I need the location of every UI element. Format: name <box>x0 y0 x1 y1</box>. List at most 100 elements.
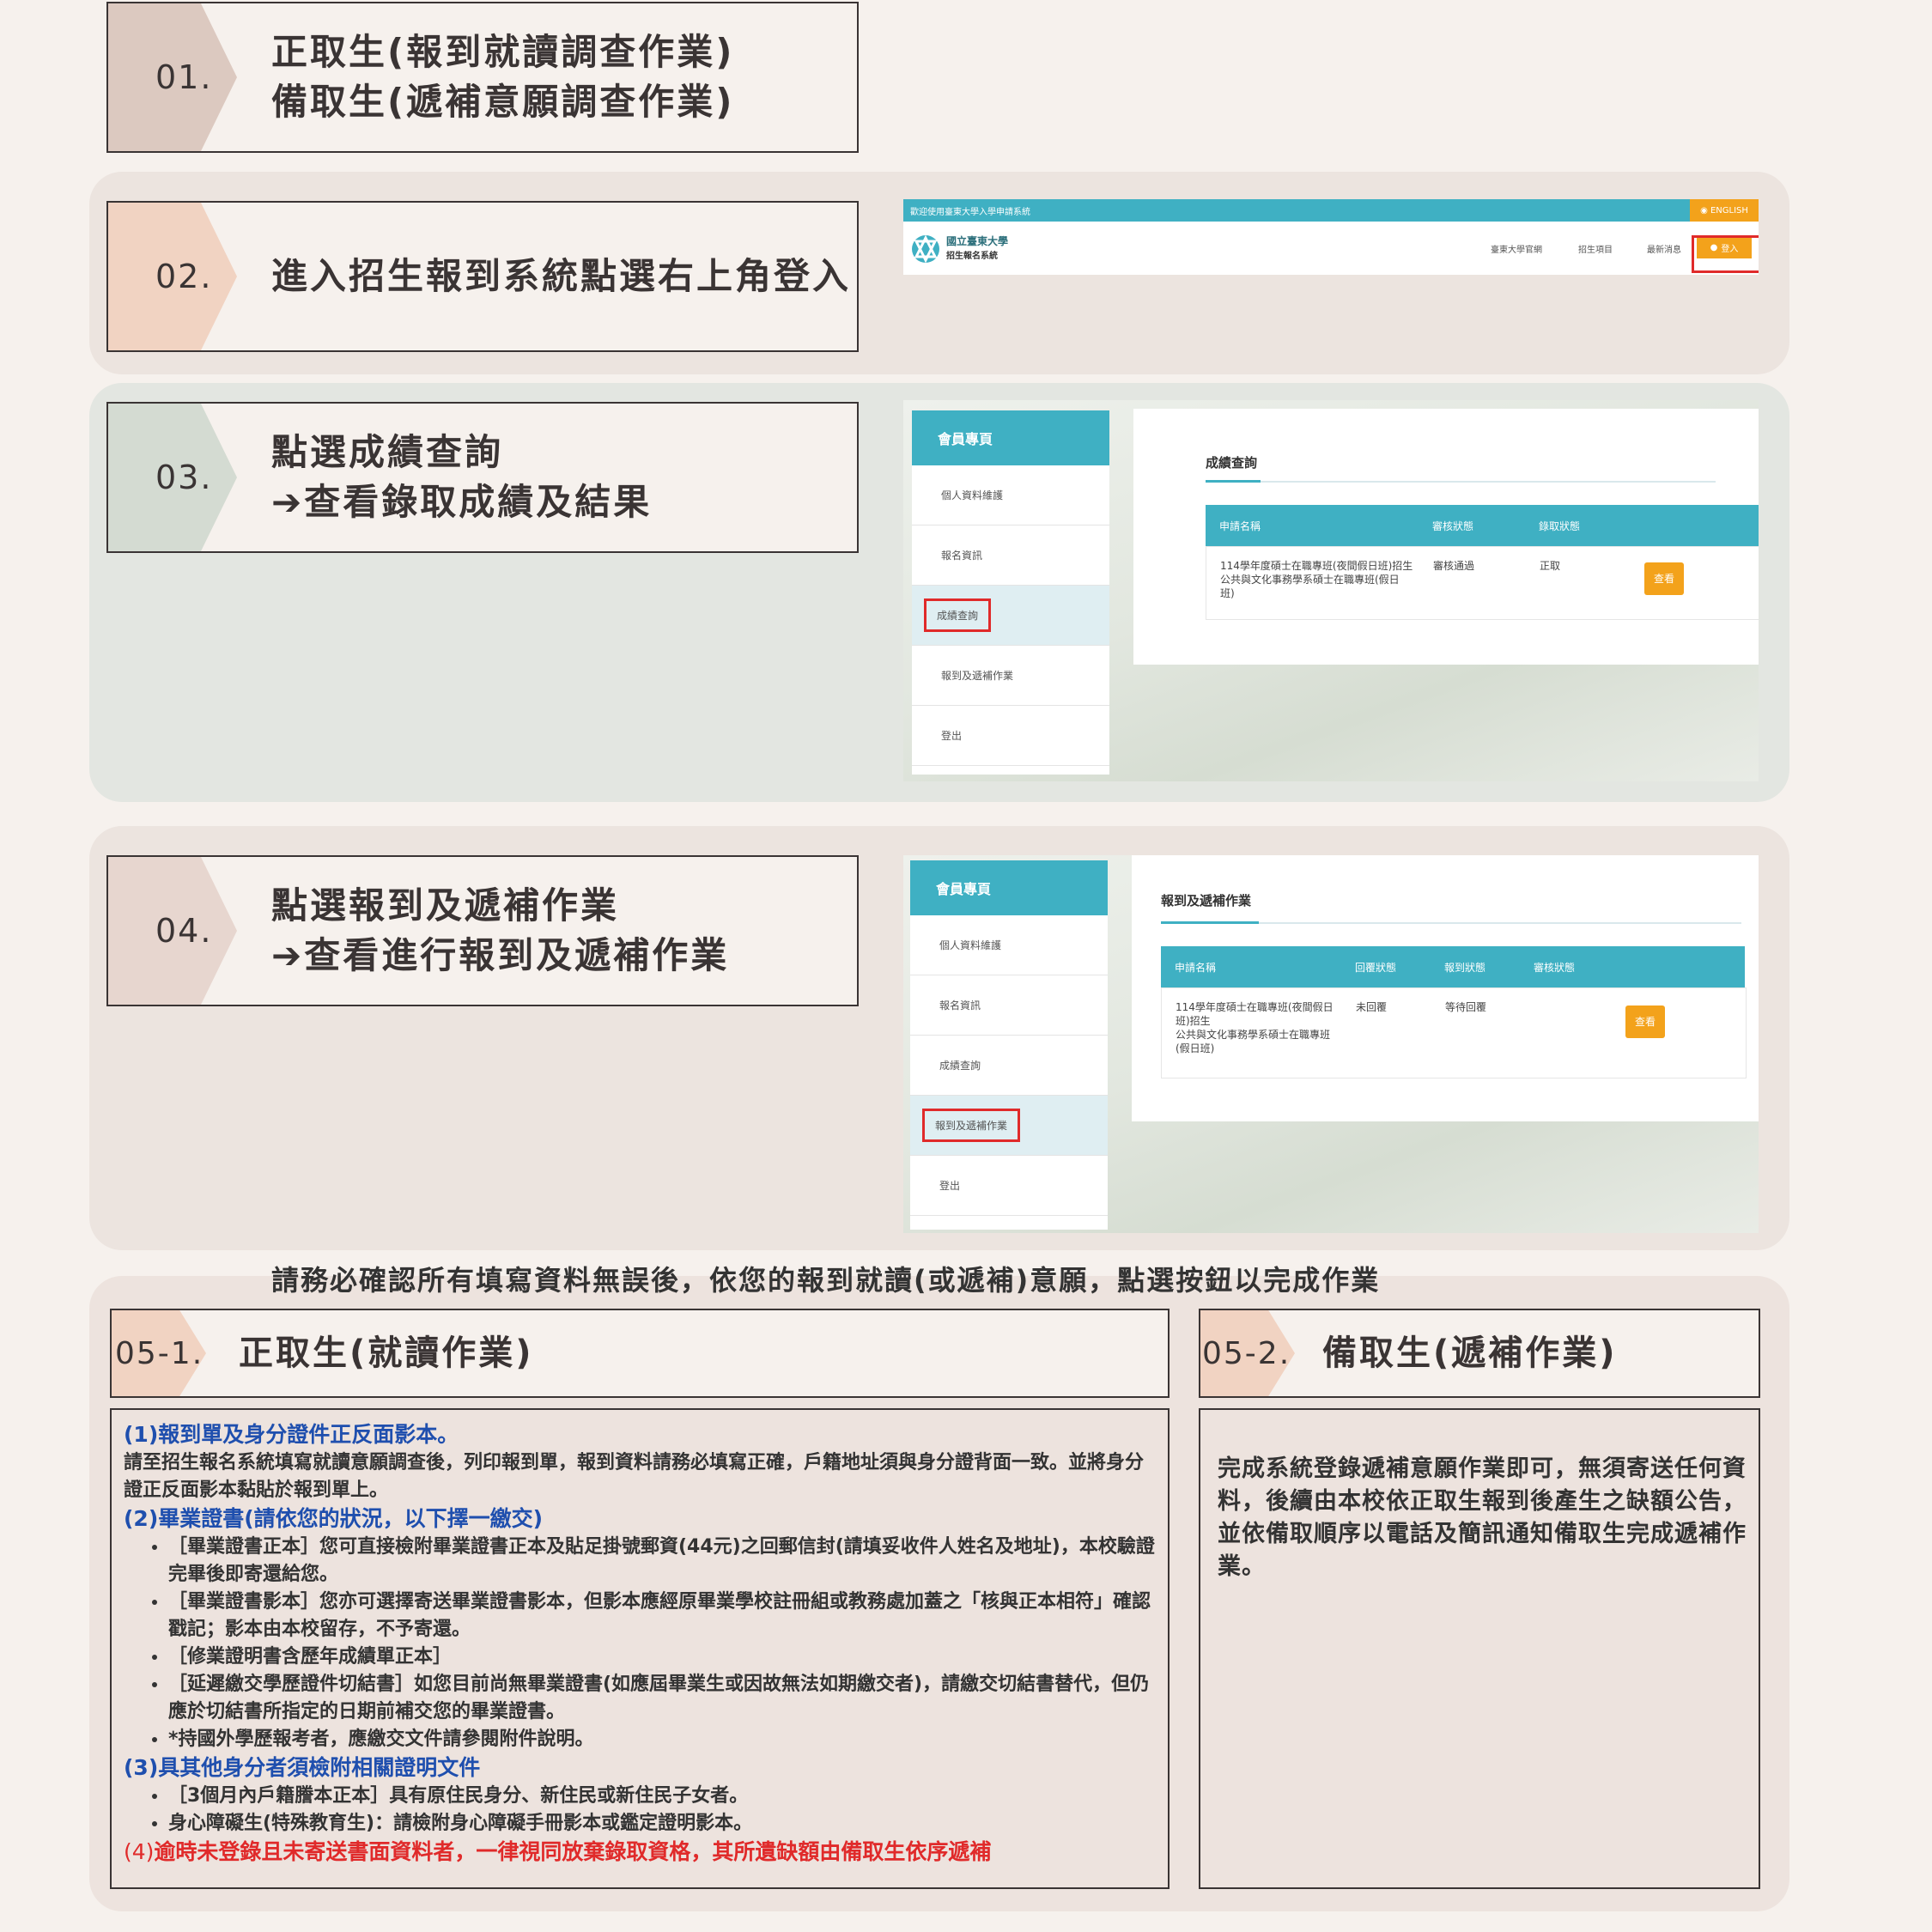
menu-grade-query-label: 成績查詢 <box>924 598 992 632</box>
grades-row-name-2: 公共與文化事務學系碩士在職專班(假日 <box>1220 574 1400 586</box>
step-03-line2: ➔查看錄取成績及結果 <box>271 481 653 523</box>
step-05-2-details: 完成系統登錄遞補意願作業即可，無須寄送任何資料，後續由本校依正取生報到後產生之缺… <box>1199 1408 1760 1889</box>
report-row-name: 114學年度碩士在職專班(夜間假日 班)招生 公共與文化事務學系碩士在職專班 (… <box>1176 1000 1356 1055</box>
menu-registration-info[interactable]: 報名資訊 <box>912 526 1109 586</box>
member-sidebar: 會員專頁 個人資料維護 報名資訊 成績查詢 報到及遞補作業 登出 <box>912 410 1109 775</box>
list-item: *持國外學歷報考者，應繳交文件請參閱附件說明。 <box>168 1726 1156 1753</box>
logo-line2: 招生報名系統 <box>946 252 998 261</box>
list-item: ［3個月內戶籍謄本正本］具有原住民身分、新住民或新住民子女者。 <box>168 1783 1156 1810</box>
menu-grade-query[interactable]: 成績查詢 <box>912 586 1109 646</box>
report-col-name: 申請名稱 <box>1175 962 1217 974</box>
step-05-1-number: 05-1. <box>115 1335 204 1371</box>
grades-title-divider <box>1206 481 1716 483</box>
welcome-bar: 歡迎使用臺東大學入學申請系統 ◉ ENGLISH <box>903 199 1759 222</box>
report-row-name-4: (假日班) <box>1176 1042 1215 1054</box>
report-title-underline <box>1161 921 1259 924</box>
step-05-1-box: 05-1. 正取生(就讀作業) <box>110 1309 1170 1398</box>
logo-line1: 國立臺東大學 <box>946 235 1009 247</box>
grades-card: 成績查詢 申請名稱 審核狀態 錄取狀態 114學年度碩士在職專班(夜間假日班)招… <box>1133 409 1759 665</box>
grades-table-row: 114學年度碩士在職專班(夜間假日班)招生 公共與文化事務學系碩士在職專班(假日… <box>1206 546 1759 620</box>
menu-grade-query-2[interactable]: 成績查詢 <box>910 1036 1108 1096</box>
step-05-2-number: 05-2. <box>1202 1335 1291 1371</box>
menu-profile-2[interactable]: 個人資料維護 <box>910 915 1108 975</box>
step-02-title: 進入招生報到系統點選右上角登入 <box>271 203 851 350</box>
requirement-3-heading: (3)具其他身分者須檢附相關證明文件 <box>124 1755 481 1780</box>
university-logo <box>910 234 941 264</box>
menu-registration-info-2[interactable]: 報名資訊 <box>910 975 1108 1036</box>
step-04-line2: ➔查看進行報到及遞補作業 <box>271 934 730 976</box>
step-03-line1: 點選成績查詢 <box>271 431 504 473</box>
report-card: 報到及遞補作業 申請名稱 回覆狀態 報到狀態 審核狀態 114學年度碩士在職專班… <box>1132 855 1759 1121</box>
report-col-report: 報到狀態 <box>1444 962 1486 974</box>
requirement-4-warning: 逾時未登錄且未寄送書面資料者，一律視同放棄錄取資格，其所遺缺額由備取生依序遞補 <box>154 1839 992 1864</box>
step-03-box: 03. 點選成績查詢 ➔查看錄取成績及結果 <box>106 402 859 553</box>
login-nav-row: 國立臺東大學 招生報名系統 臺東大學官網 招生項目 最新消息 ● 登入 <box>903 222 1759 273</box>
list-item: ［延遲繳交學歷證件切結書］如您目前尚無畢業證書(如應屆畢業生或因故無法如期繳交者… <box>168 1671 1156 1726</box>
step-01-title: 正取生(報到就讀調查作業) 備取生(遞補意願調查作業) <box>271 3 734 151</box>
nav-latest-news[interactable]: 最新消息 <box>1647 242 1681 255</box>
step-04-line1: 點選報到及遞補作業 <box>271 884 620 927</box>
step-04-title: 點選報到及遞補作業 ➔查看進行報到及遞補作業 <box>271 857 729 1005</box>
grades-view-button[interactable]: 查看 <box>1644 562 1684 595</box>
step-01-number: 01. <box>155 58 213 96</box>
member-page-header-2: 會員專頁 <box>910 860 1108 915</box>
report-card-title: 報到及遞補作業 <box>1161 893 1252 908</box>
report-row-name-2: 班)招生 <box>1176 1015 1211 1027</box>
logo-text: 國立臺東大學 招生報名系統 <box>946 234 1008 264</box>
step-01-line1: 正取生(報到就讀調查作業) <box>271 31 735 73</box>
report-table-header: 申請名稱 回覆狀態 報到狀態 審核狀態 <box>1161 946 1745 987</box>
grades-row-name-3: 班) <box>1220 587 1235 599</box>
requirement-4: (4)逾時未登錄且未寄送書面資料者，一律視同放棄錄取資格，其所遺缺額由備取生依序… <box>124 1838 1156 1867</box>
step-05-2-title: 備取生(遞補作業) <box>1322 1334 1618 1373</box>
grades-col-review: 審核狀態 <box>1432 520 1474 532</box>
list-item: ［畢業證書正本］您可直接檢附畢業證書正本及貼足掛號郵資(44元)之回郵信封(請填… <box>168 1534 1156 1589</box>
grades-col-admit: 錄取狀態 <box>1539 520 1581 532</box>
english-link[interactable]: ◉ ENGLISH <box>1690 199 1759 222</box>
step-01-box: 01. 正取生(報到就讀調查作業) 備取生(遞補意願調查作業) <box>106 2 859 153</box>
report-row-name-1: 114學年度碩士在職專班(夜間假日 <box>1176 1001 1334 1013</box>
nav-official-site[interactable]: 臺東大學官網 <box>1491 242 1542 255</box>
grades-row-name-1: 114學年度碩士在職專班(夜間假日班)招生 <box>1220 560 1413 572</box>
grades-row-admit: 正取 <box>1540 560 1561 572</box>
step-05-1-details: (1)報到單及身分證件正反面影本。 請至招生報名系統填寫就讀意願調查後，列印報到… <box>110 1408 1170 1889</box>
report-col-review: 審核狀態 <box>1534 962 1576 974</box>
menu-logout[interactable]: 登出 <box>912 706 1109 766</box>
grades-card-title: 成績查詢 <box>1206 455 1258 471</box>
requirement-2-heading: (2)畢業證書(請依您的狀況，以下擇一繳交) <box>124 1506 544 1531</box>
grades-title-underline <box>1206 480 1261 483</box>
report-row-name-3: 公共與文化事務學系碩士在職專班 <box>1176 1029 1331 1041</box>
grades-col-name: 申請名稱 <box>1219 520 1261 532</box>
step-02-number: 02. <box>155 258 213 295</box>
step-02-box: 02. 進入招生報到系統點選右上角登入 <box>106 201 859 352</box>
list-item: 身心障礙生(特殊教育生)：請檢附身心障礙手冊影本或鑑定證明影本。 <box>168 1810 1156 1838</box>
step-01-line2: 備取生(遞補意願調查作業) <box>271 81 735 123</box>
welcome-text: 歡迎使用臺東大學入學申請系統 <box>910 207 1030 217</box>
menu-report-substitute-label: 報到及遞補作業 <box>922 1109 1021 1142</box>
menu-report-substitute-2[interactable]: 報到及遞補作業 <box>910 1096 1108 1156</box>
step-03-title: 點選成績查詢 ➔查看錄取成績及結果 <box>271 404 652 551</box>
grades-row-name: 114學年度碩士在職專班(夜間假日班)招生 公共與文化事務學系碩士在職專班(假日… <box>1220 559 1443 600</box>
requirement-1-heading: (1)報到單及身分證件正反面影本。 <box>124 1422 459 1447</box>
report-row-reply: 未回覆 <box>1356 1001 1388 1013</box>
report-col-reply: 回覆狀態 <box>1355 962 1397 974</box>
requirement-2-list: ［畢業證書正本］您可直接檢附畢業證書正本及貼足掛號郵資(44元)之回郵信封(請填… <box>124 1534 1156 1753</box>
menu-report-substitute[interactable]: 報到及遞補作業 <box>912 646 1109 706</box>
step-05-1-title: 正取生(就讀作業) <box>239 1334 534 1373</box>
menu-profile[interactable]: 個人資料維護 <box>912 465 1109 526</box>
step-05-2-box: 05-2. 備取生(遞補作業) <box>1199 1309 1760 1398</box>
report-view-button[interactable]: 查看 <box>1625 1005 1665 1038</box>
member-sidebar-2: 會員專頁 個人資料維護 報名資訊 成績查詢 報到及遞補作業 登出 <box>910 860 1108 1230</box>
list-item: ［畢業證書影本］您亦可選擇寄送畢業證書影本，但影本應經原畢業學校註冊組或教務處加… <box>168 1589 1156 1643</box>
nav-admission-items[interactable]: 招生項目 <box>1578 242 1613 255</box>
grades-screenshot: 會員專頁 個人資料維護 報名資訊 成績查詢 報到及遞補作業 登出 成績查詢 申請… <box>903 400 1759 781</box>
login-highlight <box>1692 235 1759 273</box>
step-04-number: 04. <box>155 912 213 950</box>
substitute-instructions: 完成系統登錄遞補意願作業即可，無須寄送任何資料，後續由本校依正取生報到後產生之缺… <box>1218 1455 1747 1580</box>
step-02-line1: 進入招生報到系統點選右上角登入 <box>271 255 852 297</box>
menu-logout-2[interactable]: 登出 <box>910 1156 1108 1216</box>
step-04-box: 04. 點選報到及遞補作業 ➔查看進行報到及遞補作業 <box>106 855 859 1006</box>
grades-row-review: 審核通過 <box>1433 560 1475 572</box>
requirement-3-list: ［3個月內戶籍謄本正本］具有原住民身分、新住民或新住民子女者。 身心障礙生(特殊… <box>124 1783 1156 1838</box>
instruction-text: 請務必確認所有填寫資料無誤後，依您的報到就讀(或遞補)意願，點選按鈕以完成作業 <box>271 1264 1381 1297</box>
list-item: ［修業證明書含歷年成績單正本］ <box>168 1643 1156 1671</box>
